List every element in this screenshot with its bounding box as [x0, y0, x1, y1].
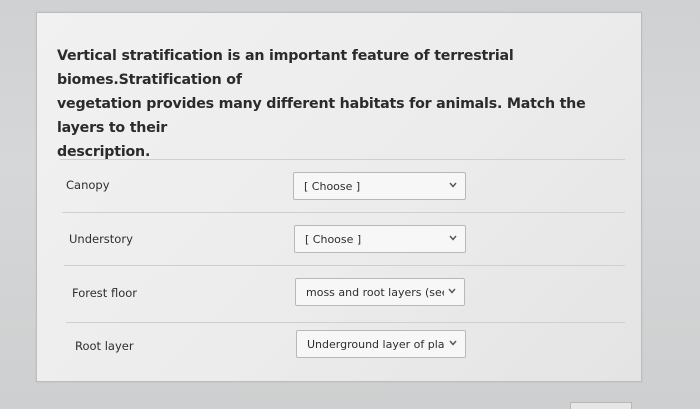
question-line-2: vegetation provides many different habit…: [57, 96, 586, 136]
chevron-down-icon: [449, 235, 457, 241]
match-select-root-layer[interactable]: Underground layer of plant ha: [296, 330, 466, 358]
chevron-down-icon: [449, 340, 457, 346]
term-label-root-layer: Root layer: [75, 339, 134, 353]
selected-value: moss and root layers (see belc: [306, 286, 444, 299]
row-divider: [64, 265, 625, 266]
match-select-understory[interactable]: [ Choose ]: [294, 225, 466, 253]
match-select-forest-floor[interactable]: moss and root layers (see belc: [295, 278, 465, 306]
term-label-canopy: Canopy: [66, 178, 110, 192]
row-divider: [62, 212, 625, 213]
selected-value: Underground layer of plant ha: [307, 338, 445, 351]
question-line-1: Vertical stratification is an important …: [57, 48, 514, 88]
row-divider: [66, 322, 625, 323]
row-divider: [60, 159, 625, 160]
match-select-canopy[interactable]: [ Choose ]: [293, 172, 466, 200]
question-text: Vertical stratification is an important …: [57, 44, 617, 164]
chevron-down-icon: [449, 182, 457, 188]
chevron-down-icon: [448, 288, 456, 294]
screen: Vertical stratification is an important …: [0, 0, 700, 409]
term-label-understory: Understory: [69, 232, 133, 246]
question-line-3: description.: [57, 144, 151, 160]
selected-value: [ Choose ]: [304, 180, 361, 193]
next-card-edge: [570, 402, 632, 409]
selected-value: [ Choose ]: [305, 233, 362, 246]
term-label-forest-floor: Forest floor: [72, 286, 137, 300]
